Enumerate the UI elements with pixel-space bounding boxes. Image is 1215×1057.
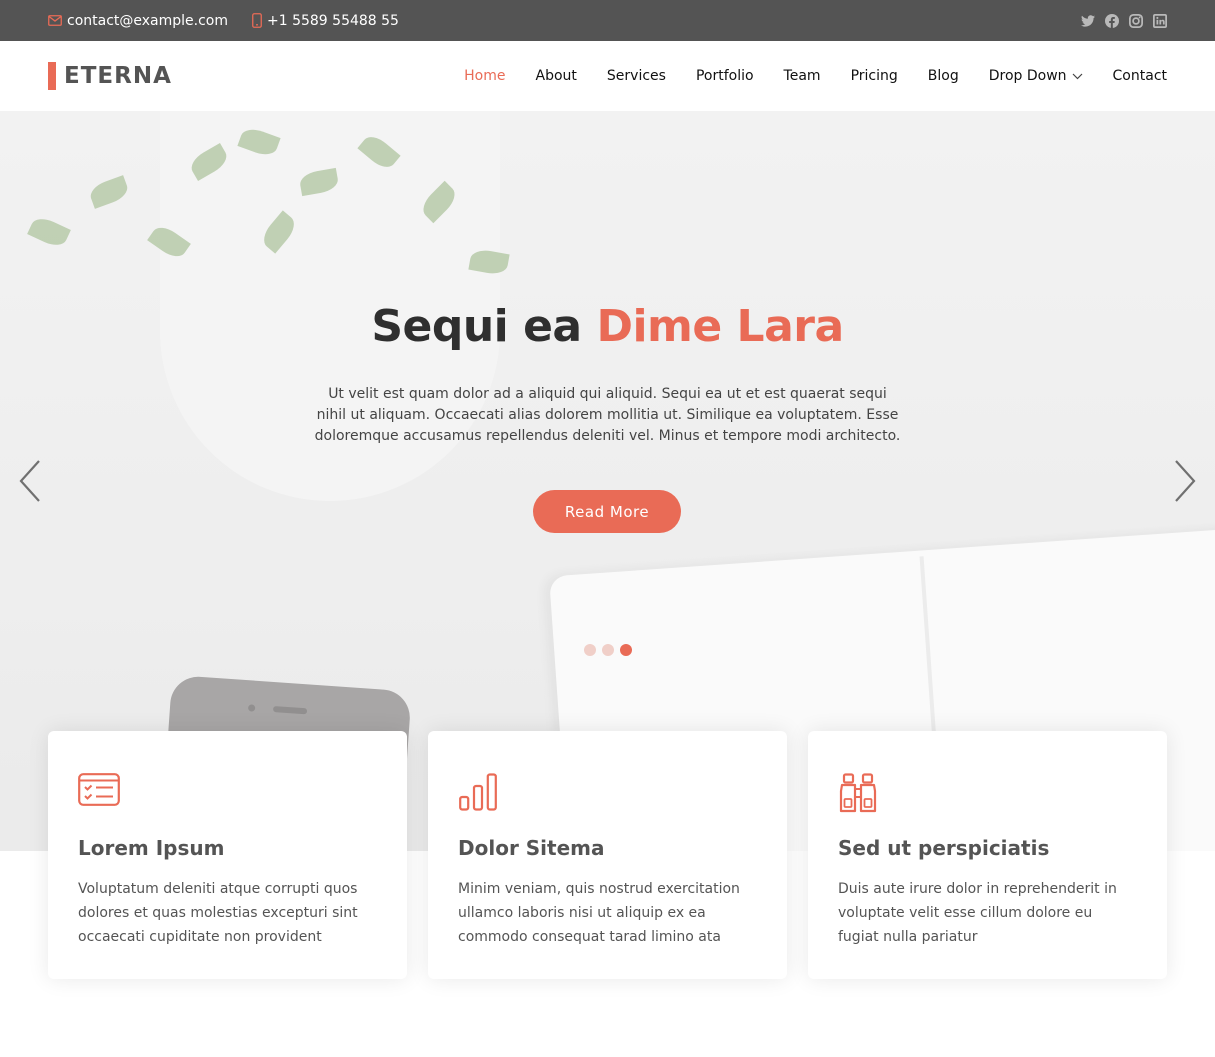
chevron-left-icon bbox=[19, 460, 40, 502]
envelope-icon bbox=[48, 15, 62, 26]
feature-card: Dolor Sitema Minim veniam, quis nostrud … bbox=[428, 731, 787, 979]
nav-home[interactable]: Home bbox=[464, 68, 505, 84]
hero-content: Sequi ea Dime Lara Ut velit est quam dol… bbox=[0, 301, 1215, 447]
binoculars-icon bbox=[838, 773, 1137, 813]
carousel-prev-button[interactable] bbox=[17, 459, 43, 508]
nav-about[interactable]: About bbox=[536, 68, 577, 84]
chevron-right-icon bbox=[1175, 460, 1196, 502]
hero-title: Sequi ea Dime Lara bbox=[0, 301, 1215, 352]
feature-card: Sed ut perspiciatis Duis aute irure dolo… bbox=[808, 731, 1167, 979]
phone-link[interactable]: +1 5589 55488 55 bbox=[252, 13, 399, 29]
social-links bbox=[1071, 0, 1167, 41]
hero-title-accent: Dime Lara bbox=[596, 301, 844, 352]
carousel-dot[interactable] bbox=[602, 644, 614, 656]
nav-blog[interactable]: Blog bbox=[928, 68, 959, 84]
logo[interactable]: ETERNA bbox=[48, 62, 172, 90]
feature-text: Voluptatum deleniti atque corrupti quos … bbox=[78, 881, 358, 945]
top-bar: contact@example.com +1 5589 55488 55 bbox=[0, 0, 1215, 41]
hero-title-main: Sequi ea bbox=[371, 301, 597, 352]
nav-pricing[interactable]: Pricing bbox=[851, 68, 898, 84]
nav-contact[interactable]: Contact bbox=[1113, 68, 1167, 84]
carousel-dot-active[interactable] bbox=[620, 644, 632, 656]
nav-services[interactable]: Services bbox=[607, 68, 666, 84]
carousel-dot[interactable] bbox=[584, 644, 596, 656]
phone-icon bbox=[252, 13, 262, 28]
logo-text: ETERNA bbox=[64, 63, 172, 89]
linkedin-icon[interactable] bbox=[1153, 13, 1167, 28]
facebook-icon[interactable] bbox=[1105, 13, 1119, 28]
carousel-indicators bbox=[584, 644, 638, 656]
email-link[interactable]: contact@example.com bbox=[48, 13, 228, 29]
bar-chart-icon bbox=[458, 773, 757, 813]
feature-title: Sed ut perspiciatis bbox=[838, 836, 1050, 860]
chevron-down-icon bbox=[1072, 73, 1082, 79]
contact-info: contact@example.com +1 5589 55488 55 bbox=[48, 0, 423, 41]
main-nav: Home About Services Portfolio Team Prici… bbox=[464, 41, 1167, 111]
feature-title: Dolor Sitema bbox=[458, 836, 605, 860]
site-header: ETERNA Home About Services Portfolio Tea… bbox=[0, 41, 1215, 111]
read-more-button[interactable]: Read More bbox=[533, 490, 681, 533]
feature-card: Lorem Ipsum Voluptatum deleniti atque co… bbox=[48, 731, 407, 979]
twitter-icon[interactable] bbox=[1081, 14, 1095, 27]
nav-team[interactable]: Team bbox=[784, 68, 821, 84]
hero-description: Ut velit est quam dolor ad a aliquid qui… bbox=[314, 386, 901, 444]
nav-portfolio[interactable]: Portfolio bbox=[696, 68, 754, 84]
nav-dropdown[interactable]: Drop Down bbox=[989, 68, 1083, 84]
phone-text: +1 5589 55488 55 bbox=[267, 12, 399, 29]
feature-text: Duis aute irure dolor in reprehenderit i… bbox=[838, 881, 1117, 945]
logo-bar bbox=[48, 62, 56, 90]
email-text: contact@example.com bbox=[67, 12, 228, 29]
nav-dropdown-label: Drop Down bbox=[988, 68, 1067, 84]
instagram-icon[interactable] bbox=[1129, 13, 1143, 28]
carousel-next-button[interactable] bbox=[1172, 459, 1198, 508]
feature-title: Lorem Ipsum bbox=[78, 836, 225, 860]
feature-text: Minim veniam, quis nostrud exercitation … bbox=[458, 881, 740, 945]
checklist-icon bbox=[78, 773, 377, 813]
